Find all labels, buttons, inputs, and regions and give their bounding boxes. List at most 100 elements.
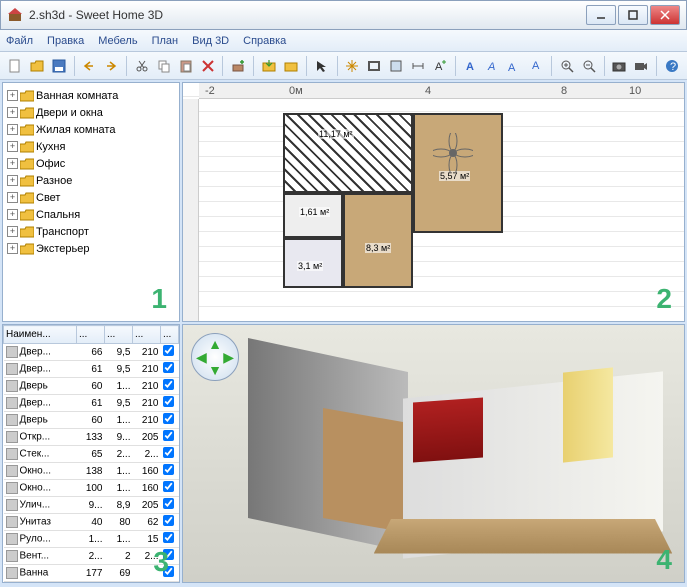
table-row[interactable]: Руло...1...1...15 [4, 531, 179, 548]
expand-icon[interactable]: + [7, 124, 18, 135]
table-row[interactable]: Двер...669,5210 [4, 344, 179, 361]
visible-checkbox[interactable] [163, 430, 174, 441]
save-button[interactable] [50, 56, 68, 76]
table-row[interactable]: Улич...9...8,9205 [4, 497, 179, 514]
expand-icon[interactable]: + [7, 90, 18, 101]
expand-icon[interactable]: + [7, 158, 18, 169]
tree-item: +Офис [7, 155, 175, 172]
table-row[interactable]: Ванна17769 [4, 565, 179, 582]
visible-checkbox[interactable] [163, 345, 174, 356]
menu-plan[interactable]: План [152, 35, 179, 47]
create-photo-button[interactable] [611, 56, 629, 76]
table-row[interactable]: Унитаз408062 [4, 514, 179, 531]
nav-up-icon[interactable]: ▲ [208, 336, 222, 352]
create-walls-button[interactable] [365, 56, 383, 76]
expand-icon[interactable]: + [7, 175, 18, 186]
nav-compass[interactable]: ▲ ▼ ◀ ▶ [191, 333, 239, 381]
expand-icon[interactable]: + [7, 243, 18, 254]
furniture-icon [6, 465, 18, 477]
visible-checkbox[interactable] [163, 515, 174, 526]
paste-button[interactable] [177, 56, 195, 76]
expand-icon[interactable]: + [7, 192, 18, 203]
folder-icon [20, 243, 34, 255]
col-height[interactable]: ... [133, 326, 161, 344]
folder-icon [20, 158, 34, 170]
folder-icon [20, 192, 34, 204]
expand-icon[interactable]: + [7, 209, 18, 220]
panel-number-2: 2 [656, 283, 672, 315]
select-button[interactable] [313, 56, 331, 76]
visible-checkbox[interactable] [163, 464, 174, 475]
menu-help[interactable]: Справка [243, 35, 286, 47]
italic-button[interactable]: A [483, 56, 501, 76]
zoom-out-button[interactable] [580, 56, 598, 76]
titlebar: 2.sh3d - Sweet Home 3D [0, 0, 687, 30]
open-button[interactable] [28, 56, 46, 76]
table-row[interactable]: Двер...619,5210 [4, 395, 179, 412]
nav-left-icon[interactable]: ◀ [196, 349, 207, 366]
menu-edit[interactable]: Правка [47, 35, 84, 47]
import-group-button[interactable] [282, 56, 300, 76]
expand-icon[interactable]: + [7, 226, 18, 237]
svg-text:A: A [508, 62, 516, 73]
add-furniture-button[interactable] [229, 56, 247, 76]
table-row[interactable]: Вент...2...22... [4, 548, 179, 565]
menubar: Файл Правка Мебель План Вид 3D Справка [0, 30, 687, 52]
table-row[interactable]: Стир...6044 [4, 582, 179, 584]
furniture-table[interactable]: Наимен... ... ... ... ... Двер...669,521… [3, 325, 179, 583]
floorplan[interactable]: 11,17 м² 1,61 м² 3,1 м² 8,3 м² 5,57 м² [283, 113, 503, 293]
copy-button[interactable] [155, 56, 173, 76]
3d-view-pane[interactable]: ▲ ▼ ◀ ▶ 4 [182, 324, 685, 583]
pan-button[interactable] [343, 56, 361, 76]
menu-3dview[interactable]: Вид 3D [192, 35, 229, 47]
visible-checkbox[interactable] [163, 379, 174, 390]
redo-button[interactable] [102, 56, 120, 76]
col-visible[interactable]: ... [161, 326, 179, 344]
decrease-text-button[interactable]: A [527, 56, 545, 76]
col-width[interactable]: ... [77, 326, 105, 344]
increase-text-button[interactable]: A [505, 56, 523, 76]
table-row[interactable]: Окно...1381...160 [4, 463, 179, 480]
visible-checkbox[interactable] [163, 532, 174, 543]
expand-icon[interactable]: + [7, 107, 18, 118]
bold-button[interactable]: A [462, 56, 480, 76]
visible-checkbox[interactable] [163, 481, 174, 492]
col-name[interactable]: Наимен... [4, 326, 77, 344]
visible-checkbox[interactable] [163, 362, 174, 373]
visible-checkbox[interactable] [163, 498, 174, 509]
table-row[interactable]: Стек...652...2... [4, 446, 179, 463]
table-row[interactable]: Дверь601...210 [4, 412, 179, 429]
undo-button[interactable] [80, 56, 98, 76]
nav-right-icon[interactable]: ▶ [223, 349, 234, 366]
menu-file[interactable]: Файл [6, 35, 33, 47]
create-text-button[interactable]: A [431, 56, 449, 76]
new-button[interactable] [6, 56, 24, 76]
create-rooms-button[interactable] [387, 56, 405, 76]
zoom-in-button[interactable] [558, 56, 576, 76]
nav-down-icon[interactable]: ▼ [208, 362, 222, 378]
close-button[interactable] [650, 5, 680, 25]
delete-button[interactable] [199, 56, 217, 76]
table-row[interactable]: Окно...1001...160 [4, 480, 179, 497]
app-icon [7, 7, 23, 23]
table-row[interactable]: Откр...1339...205 [4, 429, 179, 446]
catalog-tree[interactable]: +Ванная комната +Двери и окна +Жилая ком… [3, 83, 179, 261]
folder-icon [20, 209, 34, 221]
maximize-button[interactable] [618, 5, 648, 25]
table-row[interactable]: Двер...619,5210 [4, 361, 179, 378]
col-depth[interactable]: ... [105, 326, 133, 344]
menu-furniture[interactable]: Мебель [98, 35, 137, 47]
expand-icon[interactable]: + [7, 141, 18, 152]
cut-button[interactable] [133, 56, 151, 76]
minimize-button[interactable] [586, 5, 616, 25]
visible-checkbox[interactable] [163, 447, 174, 458]
create-dimensions-button[interactable] [409, 56, 427, 76]
visible-checkbox[interactable] [163, 396, 174, 407]
plan-pane[interactable]: -2 0м 4 8 10 11,17 м² 1,61 м² 3,1 м² 8,3… [182, 82, 685, 322]
table-row[interactable]: Дверь601...210 [4, 378, 179, 395]
create-video-button[interactable] [632, 56, 650, 76]
import-button[interactable] [260, 56, 278, 76]
folder-icon [20, 226, 34, 238]
help-button[interactable]: ? [663, 56, 681, 76]
visible-checkbox[interactable] [163, 413, 174, 424]
